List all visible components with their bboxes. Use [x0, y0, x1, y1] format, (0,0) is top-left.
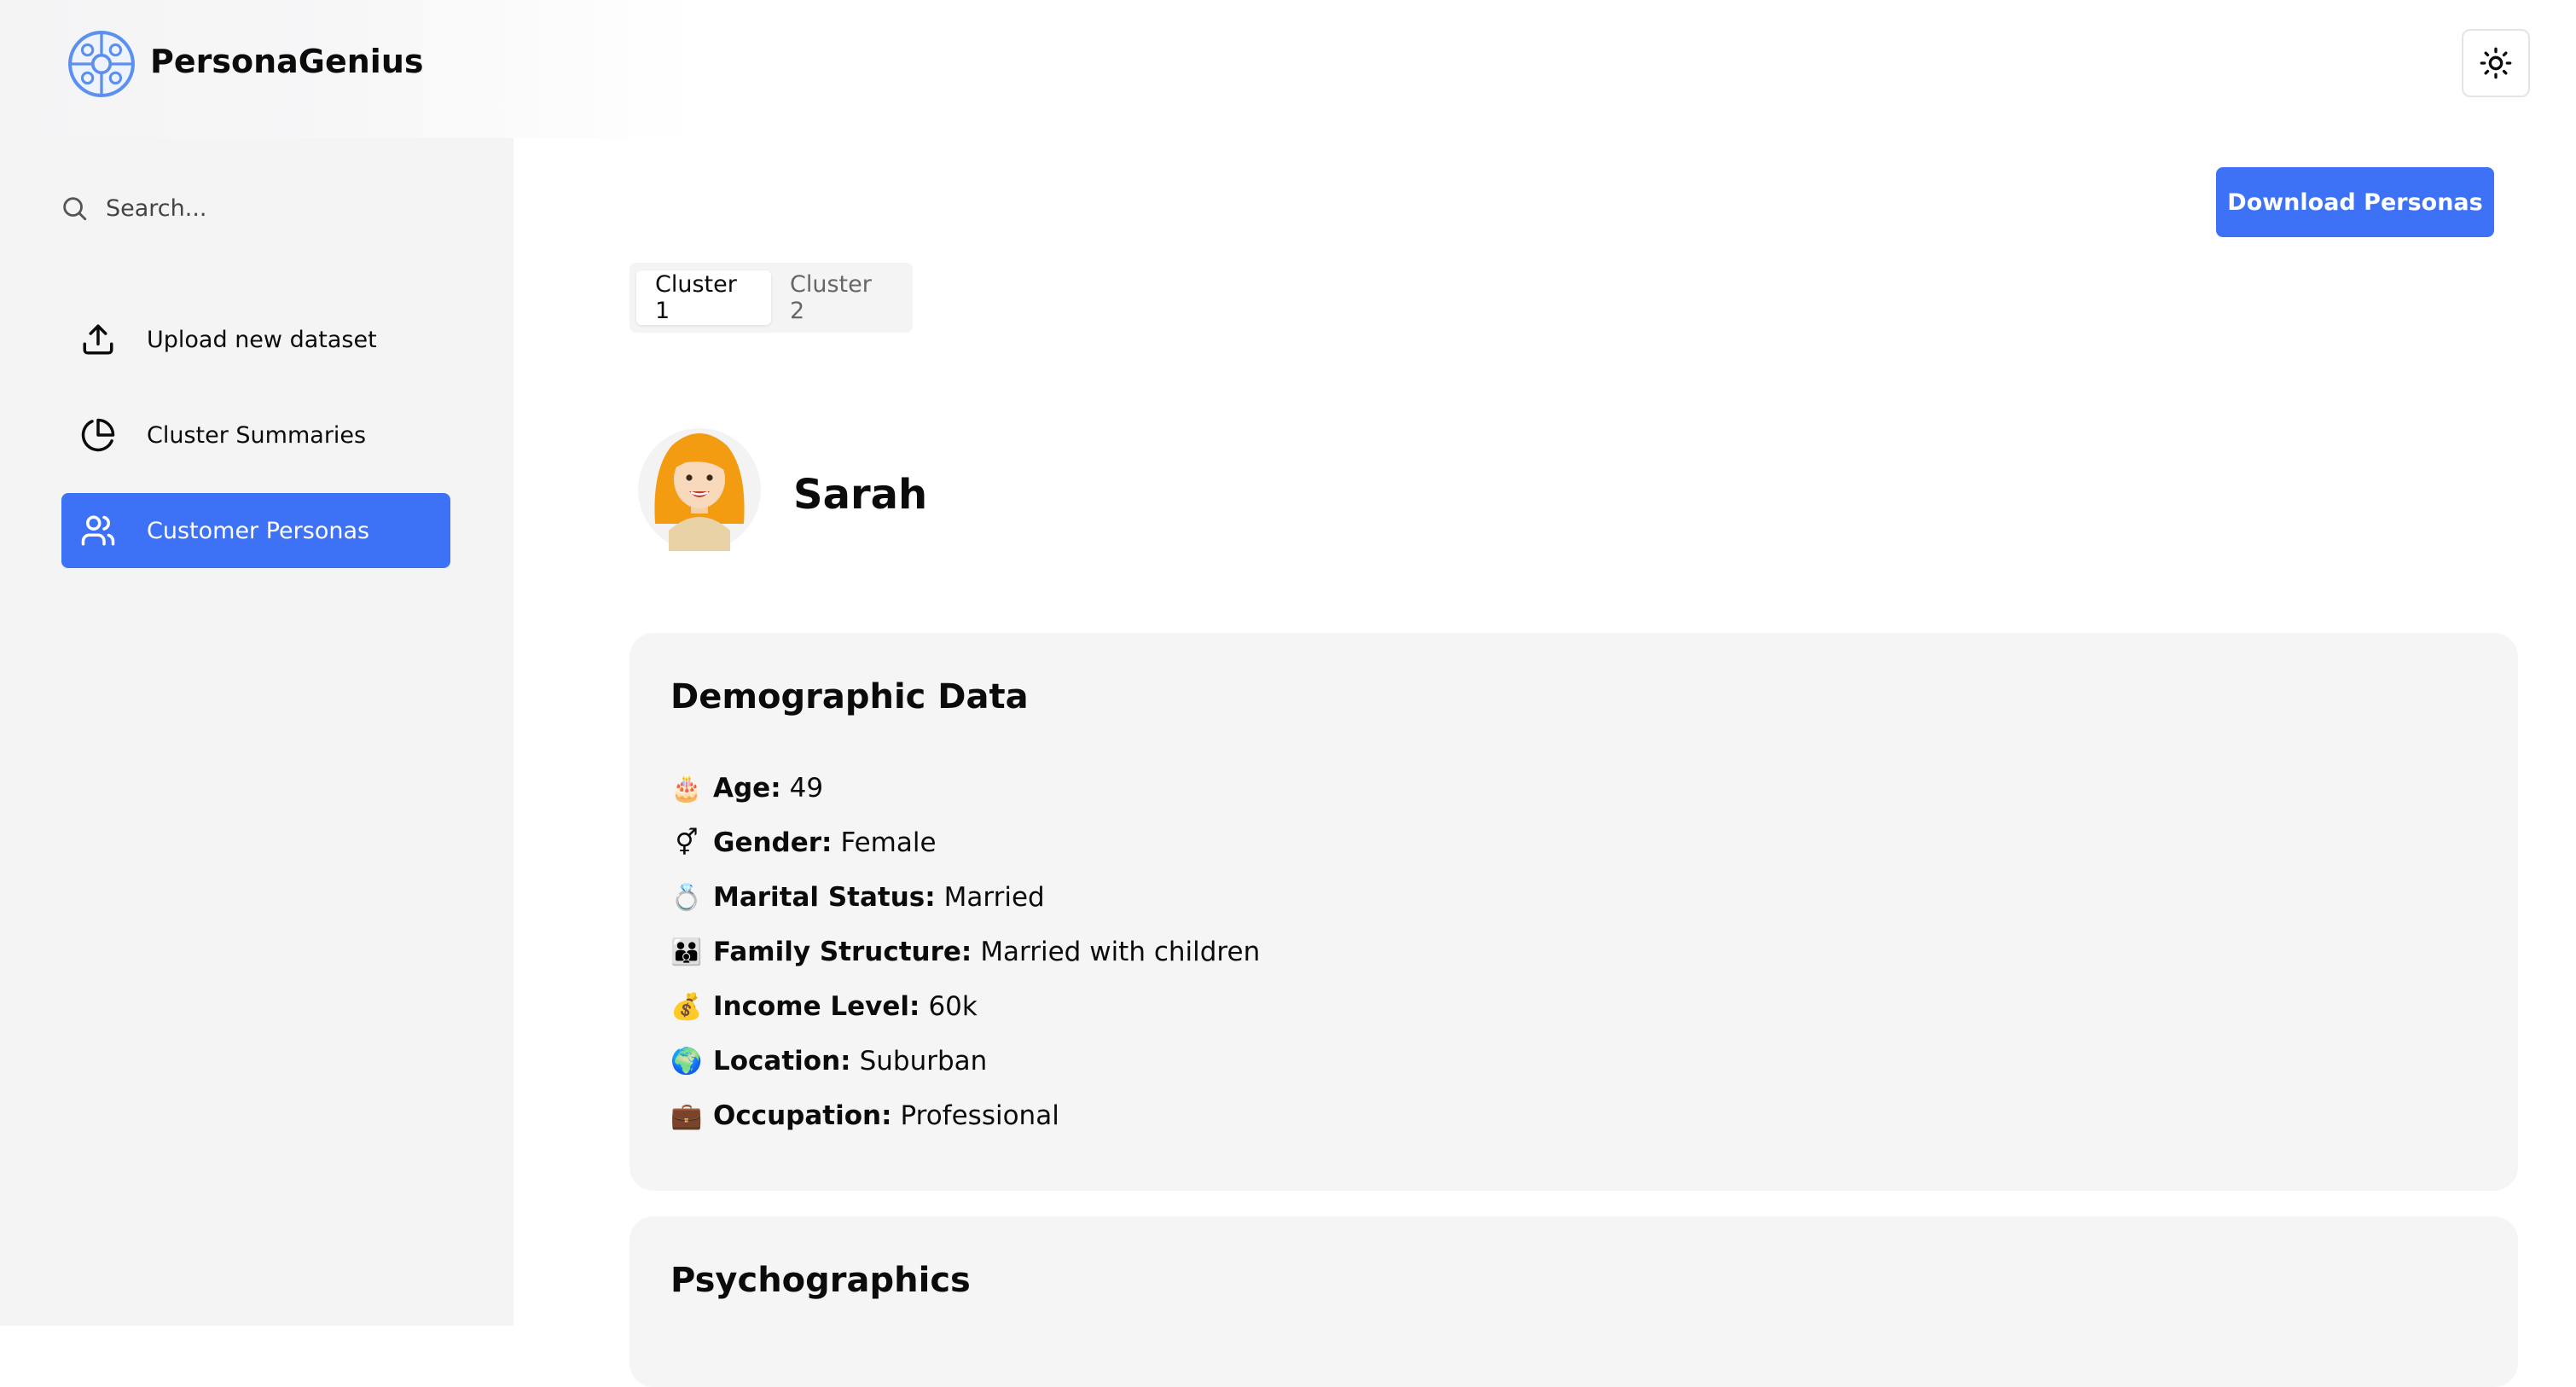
- search-icon: [63, 197, 87, 221]
- sidebar-item-customer-personas[interactable]: Customer Personas: [61, 493, 450, 568]
- cluster-tabs: Cluster 1 Cluster 2: [629, 263, 913, 333]
- persona-logo-icon: [68, 31, 135, 97]
- sun-icon: [2480, 47, 2512, 79]
- upload-icon: [83, 324, 113, 355]
- fact-occupation: 💼 Occupation: Professional: [670, 1100, 1059, 1131]
- card-title: Demographic Data: [670, 677, 1029, 717]
- persona-name: Sarah: [793, 471, 928, 519]
- briefcase-icon: 💼: [670, 1100, 703, 1131]
- sidebar-item-cluster-summaries[interactable]: Cluster Summaries: [61, 398, 450, 473]
- download-personas-button[interactable]: Download Personas: [2216, 167, 2494, 237]
- birthday-cake-icon: 🎂: [670, 773, 703, 804]
- pie-chart-icon: [81, 418, 115, 452]
- persona-avatar: [638, 428, 761, 551]
- users-icon: [81, 515, 115, 546]
- tab-cluster-1[interactable]: Cluster 1: [636, 270, 771, 325]
- fact-marital-status: 💍 Marital Status: Married: [670, 882, 1045, 913]
- demographic-data-card: Demographic Data 🎂 Age: 49 ⚥ Gender: Fem…: [629, 633, 2518, 1191]
- money-bag-icon: 💰: [670, 991, 703, 1022]
- globe-icon: 🌍: [670, 1046, 703, 1077]
- fact-family-structure: 👪 Family Structure: Married with childre…: [670, 937, 1261, 967]
- search-box[interactable]: [60, 186, 452, 230]
- sidebar-item-label: Customer Personas: [147, 517, 370, 544]
- demographic-facts: 🎂 Age: 49 ⚥ Gender: Female 💍 Marital Sta…: [670, 761, 2477, 1143]
- sidebar-item-label: Upload new dataset: [147, 326, 377, 353]
- family-icon: 👪: [670, 937, 703, 967]
- fact-age: 🎂 Age: 49: [670, 773, 824, 804]
- gender-symbol-icon: ⚥: [675, 827, 699, 858]
- app-name: PersonaGenius: [150, 43, 424, 80]
- search-input[interactable]: [104, 194, 432, 223]
- fact-gender: ⚥ Gender: Female: [670, 815, 2477, 870]
- brand-header: PersonaGenius: [0, 0, 699, 138]
- card-title: Psychographics: [670, 1261, 971, 1300]
- sidebar-item-label: Cluster Summaries: [147, 421, 367, 449]
- theme-toggle-button[interactable]: [2462, 29, 2530, 97]
- tab-cluster-2[interactable]: Cluster 2: [771, 270, 906, 325]
- psychographics-card: Psychographics: [629, 1216, 2518, 1387]
- fact-income-level: 💰 Income Level: 60k: [670, 991, 978, 1022]
- ring-icon: 💍: [670, 882, 703, 913]
- sidebar-item-upload-new-dataset[interactable]: Upload new dataset: [61, 302, 450, 377]
- sidebar-nav: Upload new dataset Cluster Summaries Cus…: [61, 302, 450, 589]
- fact-location: 🌍 Location: Suburban: [670, 1046, 988, 1077]
- sidebar: Upload new dataset Cluster Summaries Cus…: [0, 0, 513, 1326]
